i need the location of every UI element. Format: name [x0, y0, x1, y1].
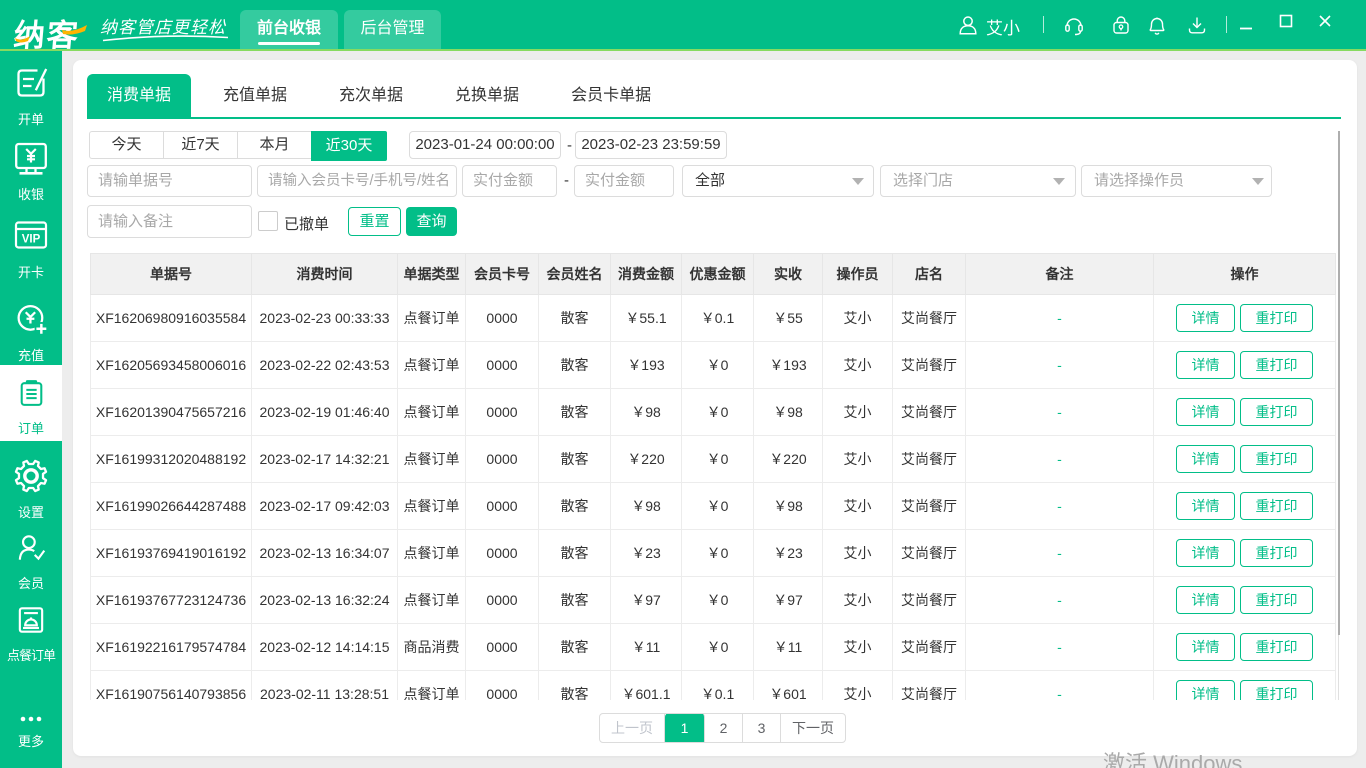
svg-text:VIP: VIP — [22, 234, 41, 246]
